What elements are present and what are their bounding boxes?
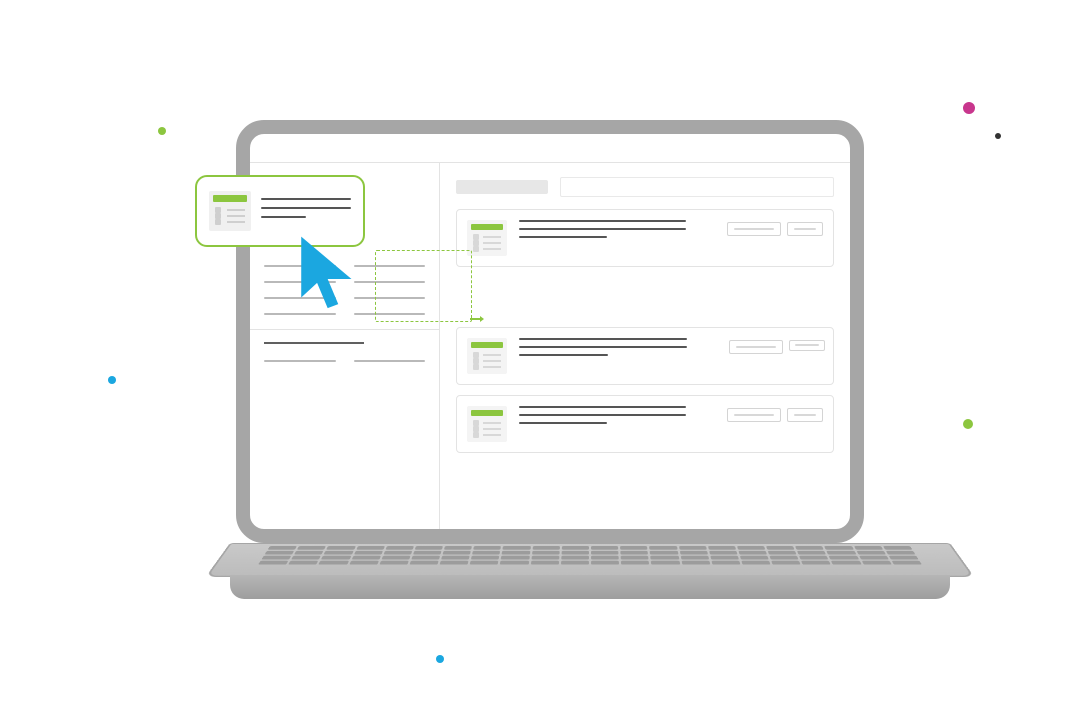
decorative-dot <box>108 376 116 384</box>
action-button[interactable] <box>729 340 783 354</box>
secondary-button[interactable] <box>787 222 823 236</box>
item-text <box>261 198 351 225</box>
secondary-button[interactable] <box>787 408 823 422</box>
main-panel <box>440 163 850 529</box>
decorative-dot <box>963 102 975 114</box>
item-text <box>519 406 715 430</box>
sidebar-item[interactable] <box>264 360 425 362</box>
search-input[interactable] <box>560 177 834 197</box>
window-titlebar <box>250 134 850 163</box>
drop-target[interactable] <box>375 250 472 322</box>
list-item[interactable] <box>456 395 834 453</box>
cursor-icon <box>295 234 363 316</box>
list-item[interactable] <box>456 209 834 267</box>
decorative-dot <box>158 127 166 135</box>
list-item[interactable] <box>456 327 834 385</box>
drop-arrow-icon <box>470 318 486 320</box>
item-group <box>456 327 834 453</box>
item-text <box>519 338 717 362</box>
laptop-base <box>230 543 950 593</box>
decorative-dot <box>436 655 444 663</box>
page-title <box>456 180 548 194</box>
keyboard <box>258 546 922 565</box>
item-group <box>456 209 834 267</box>
action-button[interactable] <box>727 408 781 422</box>
checklist-icon <box>467 220 507 256</box>
checklist-icon <box>209 191 251 231</box>
checklist-icon <box>467 406 507 442</box>
decorative-dot <box>995 133 1001 139</box>
decorative-dot <box>963 419 973 429</box>
sidebar-section-header <box>264 342 425 344</box>
checklist-icon <box>467 338 507 374</box>
secondary-button-stack[interactable] <box>789 340 823 351</box>
item-text <box>519 220 715 244</box>
action-button[interactable] <box>727 222 781 236</box>
